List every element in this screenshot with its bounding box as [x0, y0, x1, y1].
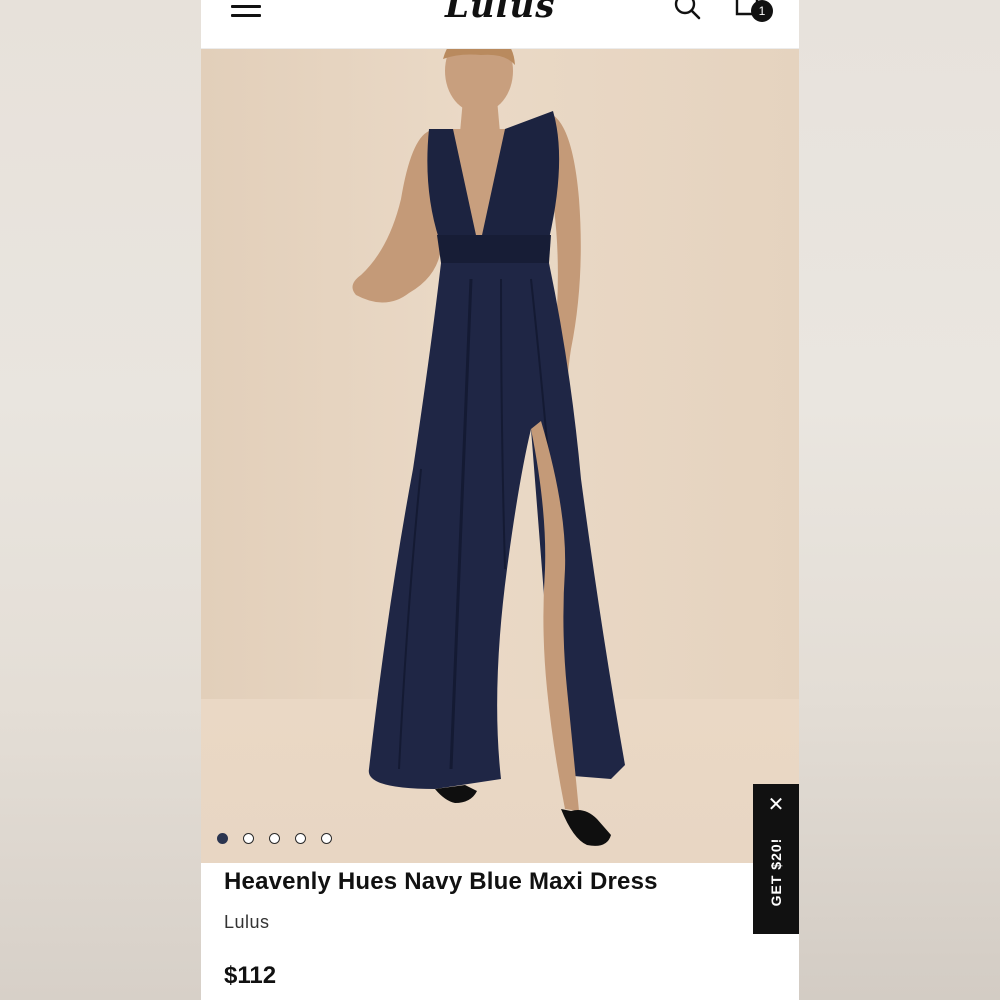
- product-brand[interactable]: Lulus: [224, 912, 270, 933]
- backdrop-left: [0, 0, 201, 1000]
- model-photo: [352, 49, 625, 846]
- carousel-dot-4[interactable]: [295, 833, 306, 844]
- carousel-dot-3[interactable]: [269, 833, 280, 844]
- product-title: Heavenly Hues Navy Blue Maxi Dress: [224, 868, 658, 895]
- promo-label[interactable]: GET $20!: [768, 825, 784, 919]
- hamburger-menu-icon[interactable]: [231, 0, 261, 20]
- search-icon[interactable]: [673, 0, 701, 22]
- product-price: $112: [224, 962, 277, 989]
- backdrop-right: [798, 0, 1000, 1000]
- product-page: Lulus 1 ✕ GET $20! Heavenly Hues Navy Bl…: [201, 0, 799, 1000]
- carousel-dot-2[interactable]: [243, 833, 254, 844]
- image-carousel-dots: [217, 833, 332, 847]
- close-icon[interactable]: ✕: [766, 794, 786, 814]
- promo-tab[interactable]: ✕ GET $20!: [753, 784, 799, 934]
- carousel-dot-1[interactable]: [217, 833, 228, 844]
- cart-count-badge: 1: [751, 0, 773, 22]
- carousel-dot-5[interactable]: [321, 833, 332, 844]
- product-image[interactable]: [201, 49, 799, 863]
- site-header: Lulus 1: [201, 0, 799, 49]
- site-logo[interactable]: Lulus: [445, 0, 555, 26]
